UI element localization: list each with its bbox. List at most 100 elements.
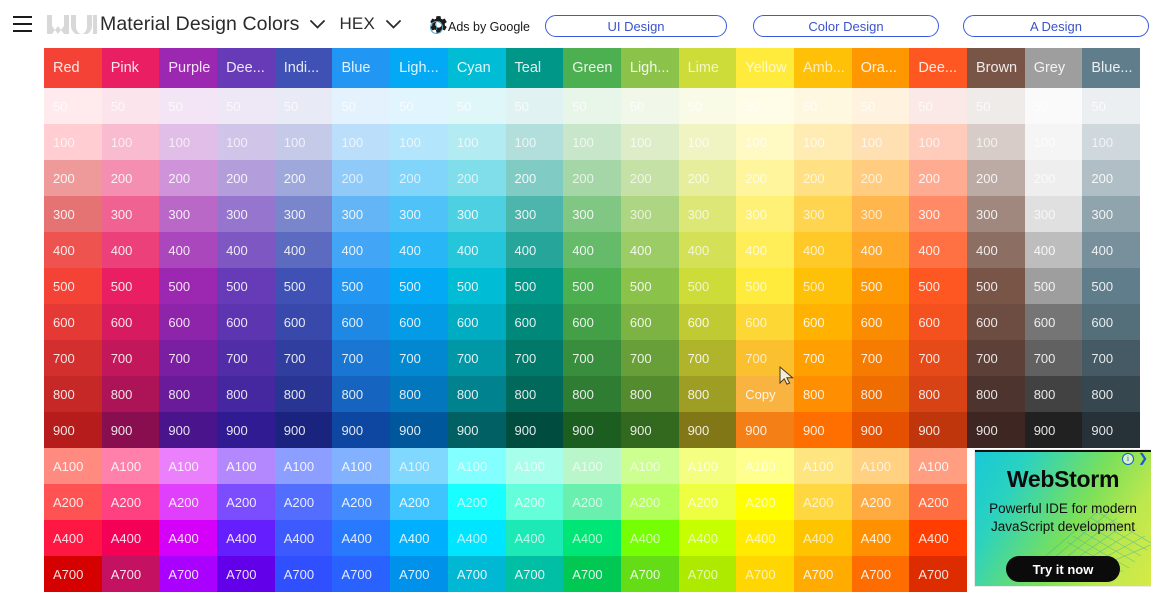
color-swatch[interactable]: 500 — [159, 268, 217, 304]
color-swatch[interactable]: 700 — [679, 340, 737, 376]
palette-column-header[interactable]: Ligh... — [621, 48, 679, 88]
color-swatch[interactable]: 200 — [794, 160, 852, 196]
color-swatch[interactable]: 300 — [159, 196, 217, 232]
accent-color-swatch[interactable]: A100 — [563, 448, 621, 484]
color-swatch[interactable]: 100 — [332, 124, 390, 160]
color-swatch[interactable]: 800 — [102, 376, 160, 412]
color-swatch[interactable]: 400 — [506, 232, 564, 268]
color-swatch[interactable]: 500 — [390, 268, 448, 304]
color-swatch[interactable]: 100 — [448, 124, 506, 160]
color-swatch[interactable]: 50 — [563, 88, 621, 124]
color-swatch[interactable]: 800 — [275, 376, 333, 412]
color-swatch[interactable]: 500 — [217, 268, 275, 304]
color-swatch[interactable]: 900 — [44, 412, 102, 448]
accent-color-swatch[interactable]: A100 — [679, 448, 737, 484]
format-dropdown[interactable]: HEX — [339, 13, 407, 35]
ad-pill-ui-design[interactable]: UI Design — [545, 15, 727, 37]
accent-color-swatch[interactable]: A400 — [563, 520, 621, 556]
color-swatch[interactable]: 700 — [1082, 340, 1140, 376]
accent-color-swatch[interactable]: A100 — [217, 448, 275, 484]
close-icon[interactable]: ❯ — [1137, 453, 1149, 465]
accent-color-swatch[interactable]: A700 — [275, 556, 333, 592]
accent-color-swatch[interactable]: A200 — [909, 484, 967, 520]
color-swatch[interactable]: 100 — [1025, 124, 1083, 160]
color-swatch[interactable]: 700 — [159, 340, 217, 376]
color-swatch[interactable]: 200 — [390, 160, 448, 196]
color-swatch[interactable]: 100 — [852, 124, 910, 160]
accent-color-swatch[interactable]: A100 — [506, 448, 564, 484]
color-swatch[interactable]: 200 — [563, 160, 621, 196]
palette-column-header[interactable]: Ligh... — [390, 48, 448, 88]
accent-color-swatch[interactable]: A700 — [332, 556, 390, 592]
accent-color-swatch[interactable]: A400 — [217, 520, 275, 556]
accent-color-swatch[interactable]: A400 — [679, 520, 737, 556]
color-swatch[interactable]: 400 — [967, 232, 1025, 268]
color-swatch[interactable]: 600 — [217, 304, 275, 340]
color-swatch[interactable]: 50 — [621, 88, 679, 124]
accent-color-swatch[interactable]: A400 — [794, 520, 852, 556]
palette-column-header[interactable]: Cyan — [448, 48, 506, 88]
palette-column-header[interactable]: Red — [44, 48, 102, 88]
color-swatch[interactable]: 400 — [909, 232, 967, 268]
color-swatch[interactable]: 400 — [1082, 232, 1140, 268]
color-swatch[interactable]: 200 — [332, 160, 390, 196]
color-swatch[interactable]: 50 — [909, 88, 967, 124]
accent-color-swatch[interactable]: A100 — [102, 448, 160, 484]
color-swatch[interactable]: 800 — [909, 376, 967, 412]
color-swatch[interactable]: 200 — [967, 160, 1025, 196]
ad-pill-color-design[interactable]: Color Design — [753, 15, 939, 37]
accent-color-swatch[interactable]: A700 — [159, 556, 217, 592]
palette-title-dropdown[interactable]: Material Design Colors — [100, 13, 331, 36]
color-swatch[interactable]: 50 — [967, 88, 1025, 124]
accent-color-swatch[interactable]: A700 — [794, 556, 852, 592]
color-swatch[interactable]: 900 — [506, 412, 564, 448]
color-swatch[interactable]: 50 — [852, 88, 910, 124]
color-swatch[interactable]: 50 — [332, 88, 390, 124]
color-swatch[interactable]: 100 — [506, 124, 564, 160]
accent-color-swatch[interactable]: A400 — [448, 520, 506, 556]
color-swatch[interactable]: 800 — [1025, 376, 1083, 412]
color-swatch[interactable]: 700 — [275, 340, 333, 376]
palette-column-header[interactable]: Brown — [967, 48, 1025, 88]
color-swatch[interactable]: 800 — [794, 376, 852, 412]
color-swatch[interactable]: 400 — [448, 232, 506, 268]
palette-column-header[interactable]: Green — [563, 48, 621, 88]
accent-color-swatch[interactable]: A700 — [852, 556, 910, 592]
color-swatch[interactable]: 400 — [390, 232, 448, 268]
mui-logo[interactable] — [44, 0, 100, 48]
color-swatch[interactable]: 700 — [1025, 340, 1083, 376]
color-swatch[interactable]: 500 — [967, 268, 1025, 304]
color-swatch[interactable]: 900 — [852, 412, 910, 448]
ad-pill-a-design[interactable]: A Design — [963, 15, 1149, 37]
color-swatch[interactable]: 200 — [1082, 160, 1140, 196]
accent-color-swatch[interactable]: A200 — [44, 484, 102, 520]
color-swatch[interactable]: 600 — [275, 304, 333, 340]
color-swatch[interactable]: 700 — [909, 340, 967, 376]
color-swatch[interactable]: 100 — [390, 124, 448, 160]
color-swatch[interactable]: 700 — [852, 340, 910, 376]
color-swatch[interactable]: 500 — [736, 268, 794, 304]
color-swatch[interactable]: 300 — [679, 196, 737, 232]
color-swatch[interactable]: 800 — [390, 376, 448, 412]
accent-color-swatch[interactable]: A200 — [506, 484, 564, 520]
accent-color-swatch[interactable]: A200 — [217, 484, 275, 520]
palette-column-header[interactable]: Amb... — [794, 48, 852, 88]
accent-color-swatch[interactable]: A100 — [909, 448, 967, 484]
color-swatch[interactable]: 100 — [1082, 124, 1140, 160]
color-swatch[interactable]: 700 — [390, 340, 448, 376]
color-swatch[interactable]: 500 — [448, 268, 506, 304]
color-swatch[interactable]: 800 — [332, 376, 390, 412]
color-swatch[interactable]: 200 — [679, 160, 737, 196]
accent-color-swatch[interactable]: A700 — [909, 556, 967, 592]
accent-color-swatch[interactable]: A400 — [390, 520, 448, 556]
accent-color-swatch[interactable]: A100 — [448, 448, 506, 484]
accent-color-swatch[interactable]: A100 — [736, 448, 794, 484]
accent-color-swatch[interactable]: A400 — [102, 520, 160, 556]
accent-color-swatch[interactable]: A700 — [44, 556, 102, 592]
color-swatch[interactable]: 800 — [159, 376, 217, 412]
color-swatch[interactable]: 800 — [852, 376, 910, 412]
color-swatch[interactable]: 700 — [506, 340, 564, 376]
palette-column-header[interactable]: Ora... — [852, 48, 910, 88]
color-swatch[interactable]: 300 — [909, 196, 967, 232]
accent-color-swatch[interactable]: A400 — [44, 520, 102, 556]
